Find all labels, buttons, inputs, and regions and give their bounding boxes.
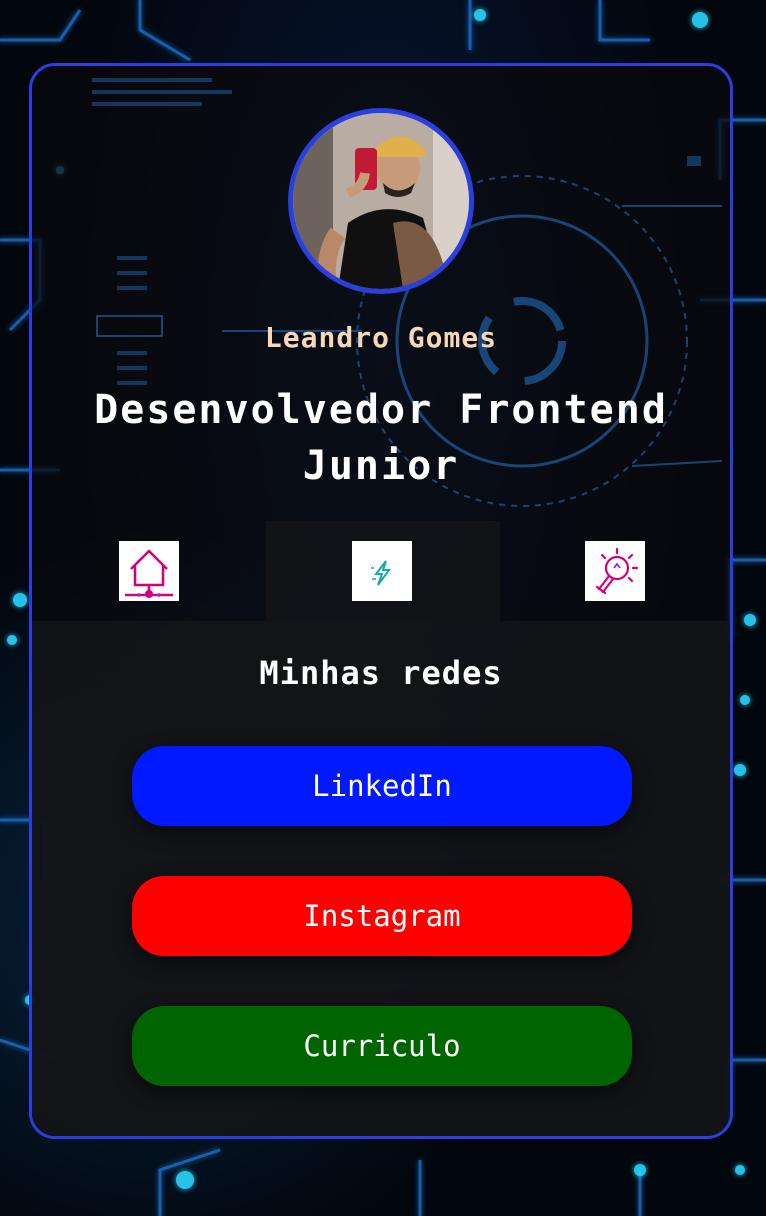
instagram-button[interactable]: Instagram (132, 876, 632, 956)
lightbulb-icon (595, 547, 639, 595)
lightning-icon (371, 560, 391, 586)
linkedin-button[interactable]: LinkedIn (132, 746, 632, 826)
profile-card: Leandro Gomes Desenvolvedor Frontend Jun… (29, 63, 733, 1139)
tab-bar (32, 541, 730, 601)
profile-photo (293, 113, 469, 289)
tab-lightbulb[interactable] (585, 541, 645, 601)
profile-title: Desenvolvedor Frontend Junior (94, 387, 668, 489)
curriculo-button[interactable]: Curriculo (132, 1006, 632, 1086)
home-network-icon (125, 549, 173, 598)
tab-lightning[interactable] (352, 541, 412, 601)
tab-home-network[interactable] (119, 541, 179, 601)
section-title: Minhas redes (259, 654, 503, 692)
profile-name: Leandro Gomes (264, 321, 498, 354)
avatar (288, 108, 474, 294)
